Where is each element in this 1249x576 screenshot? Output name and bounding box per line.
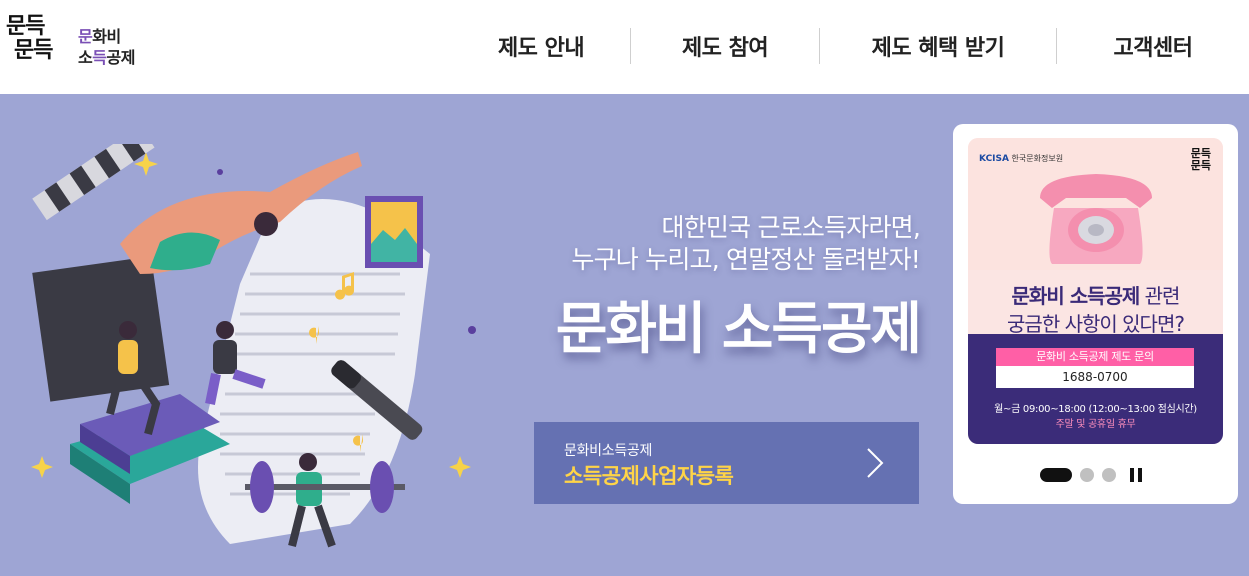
hero-copy: 대한민국 근로소득자라면, 누구나 누리고, 연말정산 돌려받자! 문화비 소득… <box>520 212 922 365</box>
register-button-label: 소득공제사업자등록 <box>564 464 734 488</box>
hero-banner: 대한민국 근로소득자라면, 누구나 누리고, 연말정산 돌려받자! 문화비 소득… <box>0 94 1249 576</box>
banner-contact-panel: 문화비 소득공제 제도 문의 1688-0700 월~금 09:00~18:00… <box>968 334 1223 444</box>
slider-controls <box>1040 468 1142 482</box>
logo-handwriting: 문득 문득 <box>6 13 53 63</box>
mini-logo: 문득 문득 <box>1190 147 1211 172</box>
hero-illustration <box>31 144 476 548</box>
business-register-button[interactable]: 문화비소득공제 소득공제사업자등록 <box>534 422 919 504</box>
promo-card: KCISA 한국문화정보원 문득 문득 문화비 소득공제 관련 궁금한 사항이 … <box>953 124 1238 504</box>
nav-item-support[interactable]: 고객센터 <box>1057 30 1249 62</box>
promo-banner[interactable]: KCISA 한국문화정보원 문득 문득 문화비 소득공제 관련 궁금한 사항이 … <box>968 138 1223 444</box>
nav-item-participate[interactable]: 제도 참여 <box>631 30 819 62</box>
phone-number: 1688-0700 <box>996 366 1194 388</box>
hero-subtitle-1: 대한민국 근로소득자라면, <box>661 213 921 242</box>
site-header: 문득 문득 문화비 소득공제 제도 안내 제도 참여 제도 혜택 받기 고객센터 <box>0 0 1249 94</box>
nav-item-benefits[interactable]: 제도 혜택 받기 <box>820 30 1056 62</box>
nav-item-guide[interactable]: 제도 안내 <box>452 30 630 62</box>
closed-notice: 주말 및 공휴일 휴무 <box>1055 419 1136 430</box>
banner-title-2: 궁금한 사항이 있다면? <box>1007 312 1185 336</box>
register-button-caption: 문화비소득공제 <box>564 443 653 459</box>
inquiry-label: 문화비 소득공제 제도 문의 <box>996 348 1194 366</box>
hero-subtitle-2: 누구나 누리고, 연말정산 돌려받자! <box>571 245 920 274</box>
slider-dot-1[interactable] <box>1040 468 1072 482</box>
telephone-icon <box>1040 174 1152 264</box>
slider-dot-2[interactable] <box>1080 468 1094 482</box>
logo-wordmark: 문화비 소득공제 <box>78 27 135 67</box>
business-hours: 월~금 09:00~18:00 (12:00~13:00 점심시간) <box>994 404 1197 415</box>
slider-dot-3[interactable] <box>1102 468 1116 482</box>
banner-title-1: 문화비 소득공제 관련 <box>1011 284 1181 308</box>
main-nav: 제도 안내 제도 참여 제도 혜택 받기 고객센터 <box>452 24 1249 68</box>
chevron-right-icon <box>867 448 884 478</box>
pause-icon[interactable] <box>1130 468 1142 482</box>
site-logo[interactable]: 문득 문득 문화비 소득공제 <box>6 14 156 78</box>
kcisa-logo: KCISA 한국문화정보원 <box>979 154 1064 164</box>
hero-title: 문화비 소득공제 <box>555 297 922 362</box>
